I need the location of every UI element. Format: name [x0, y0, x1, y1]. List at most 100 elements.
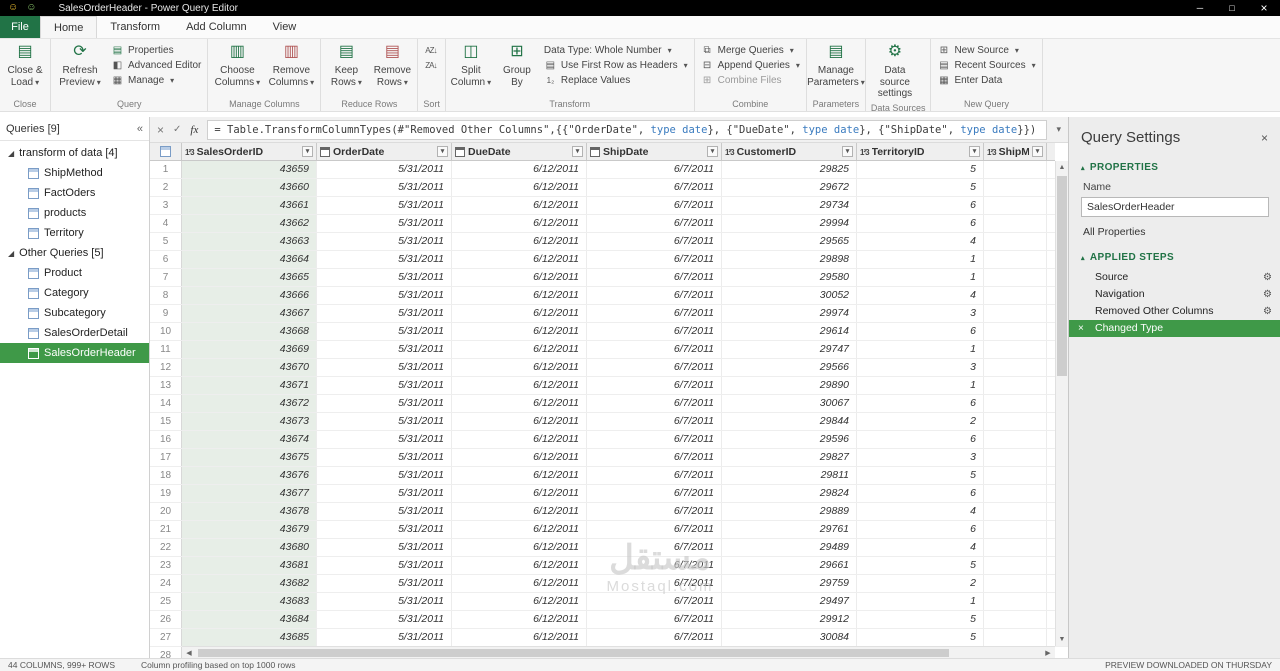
tab-home[interactable]: Home [40, 16, 98, 38]
row-number[interactable]: 6 [150, 251, 182, 268]
properties-button[interactable]: Properties [108, 44, 204, 57]
tab-view[interactable]: View [260, 16, 310, 38]
query-item-shipmethod[interactable]: ShipMethod [0, 163, 149, 183]
row-number[interactable]: 21 [150, 521, 182, 538]
cell[interactable] [984, 575, 1047, 592]
gear-icon[interactable] [1263, 269, 1272, 286]
cell[interactable]: 29614 [722, 323, 857, 340]
cell[interactable]: 6 [857, 215, 984, 232]
tab-transform[interactable]: Transform [97, 16, 173, 38]
column-header-territoryid[interactable]: TerritoryID [857, 143, 984, 160]
cell[interactable]: 6/12/2011 [452, 341, 587, 358]
cell[interactable]: 5/31/2011 [317, 161, 452, 178]
cell[interactable]: 4 [857, 287, 984, 304]
expand-icon[interactable] [8, 249, 14, 258]
cell[interactable]: 5/31/2011 [317, 557, 452, 574]
cell[interactable]: 6/7/2011 [587, 161, 722, 178]
properties-section-header[interactable]: PROPERTIES [1069, 156, 1280, 177]
collapse-pane-icon[interactable] [137, 123, 143, 135]
vertical-scrollbar-thumb[interactable] [1057, 176, 1067, 376]
cell[interactable]: 29672 [722, 179, 857, 196]
group-by-button[interactable]: Group By [495, 41, 539, 90]
cell[interactable]: 6 [857, 197, 984, 214]
date-type-icon[interactable] [455, 146, 465, 157]
row-number[interactable]: 25 [150, 593, 182, 610]
cell[interactable]: 6/7/2011 [587, 503, 722, 520]
row-number[interactable]: 3 [150, 197, 182, 214]
cell[interactable] [984, 413, 1047, 430]
cell[interactable]: 43678 [182, 503, 317, 520]
cell[interactable]: 1 [857, 341, 984, 358]
cell[interactable]: 6/7/2011 [587, 269, 722, 286]
cell[interactable]: 5/31/2011 [317, 449, 452, 466]
cell[interactable]: 6/7/2011 [587, 539, 722, 556]
cell[interactable]: 5/31/2011 [317, 377, 452, 394]
cell[interactable]: 5/31/2011 [317, 521, 452, 538]
date-type-icon[interactable] [590, 146, 600, 157]
cell[interactable]: 43676 [182, 467, 317, 484]
row-number[interactable]: 23 [150, 557, 182, 574]
column-header-orderdate[interactable]: OrderDate [317, 143, 452, 160]
query-item-category[interactable]: Category [0, 283, 149, 303]
cell[interactable]: 6/7/2011 [587, 179, 722, 196]
cell[interactable]: 6/12/2011 [452, 503, 587, 520]
cell[interactable]: 6/7/2011 [587, 323, 722, 340]
cell[interactable]: 29811 [722, 467, 857, 484]
cell[interactable]: 6/7/2011 [587, 233, 722, 250]
applied-step-removed-other-columns[interactable]: Removed Other Columns [1069, 303, 1280, 320]
cell[interactable]: 29566 [722, 359, 857, 376]
cell[interactable]: 43673 [182, 413, 317, 430]
cell[interactable]: 43679 [182, 521, 317, 538]
number-type-icon[interactable] [725, 146, 734, 158]
cell[interactable]: 6/7/2011 [587, 629, 722, 646]
expand-formula-icon[interactable] [1056, 124, 1061, 135]
cell[interactable]: 43681 [182, 557, 317, 574]
cell[interactable]: 6/7/2011 [587, 251, 722, 268]
manage-button[interactable]: Manage [108, 74, 204, 87]
cell[interactable]: 6/12/2011 [452, 269, 587, 286]
cell[interactable]: 5/31/2011 [317, 431, 452, 448]
cell[interactable]: 6/12/2011 [452, 233, 587, 250]
cell[interactable] [984, 485, 1047, 502]
restore-button[interactable] [1216, 0, 1248, 16]
enter-data-button[interactable]: Enter Data [934, 74, 1038, 87]
cell[interactable] [984, 431, 1047, 448]
cell[interactable]: 4 [857, 503, 984, 520]
cell[interactable]: 43682 [182, 575, 317, 592]
cell[interactable]: 5 [857, 467, 984, 484]
row-number[interactable]: 7 [150, 269, 182, 286]
filter-dropdown-icon[interactable] [707, 146, 718, 157]
cell[interactable] [984, 467, 1047, 484]
query-folder[interactable]: Other Queries [5] [0, 243, 149, 263]
cell[interactable] [984, 269, 1047, 286]
cell[interactable]: 6/12/2011 [452, 305, 587, 322]
cell[interactable]: 5/31/2011 [317, 485, 452, 502]
cell[interactable]: 5/31/2011 [317, 467, 452, 484]
cell[interactable]: 43684 [182, 611, 317, 628]
minimize-button[interactable] [1184, 0, 1216, 16]
cell[interactable]: 5/31/2011 [317, 575, 452, 592]
number-type-icon[interactable] [185, 146, 194, 158]
cell[interactable]: 29596 [722, 431, 857, 448]
cell[interactable]: 5/31/2011 [317, 323, 452, 340]
column-header-shipmetho[interactable]: ShipMetho [984, 143, 1047, 160]
cell[interactable]: 1 [857, 593, 984, 610]
column-header-salesorderid[interactable]: SalesOrderID [182, 143, 317, 160]
cell[interactable]: 3 [857, 359, 984, 376]
commit-icon[interactable] [173, 124, 181, 135]
cell[interactable]: 43663 [182, 233, 317, 250]
cell[interactable]: 29747 [722, 341, 857, 358]
cell[interactable]: 6/12/2011 [452, 197, 587, 214]
cell[interactable]: 6/12/2011 [452, 377, 587, 394]
cell[interactable]: 2 [857, 575, 984, 592]
recent-sources-button[interactable]: Recent Sources [934, 59, 1038, 72]
cell[interactable]: 5 [857, 179, 984, 196]
data-source-settings-button[interactable]: Data source settings [869, 41, 921, 102]
filter-dropdown-icon[interactable] [572, 146, 583, 157]
cell[interactable]: 6/12/2011 [452, 557, 587, 574]
cell[interactable]: 4 [857, 539, 984, 556]
cell[interactable] [984, 377, 1047, 394]
row-number[interactable]: 8 [150, 287, 182, 304]
row-number[interactable]: 1 [150, 161, 182, 178]
select-all-corner[interactable] [150, 143, 182, 160]
